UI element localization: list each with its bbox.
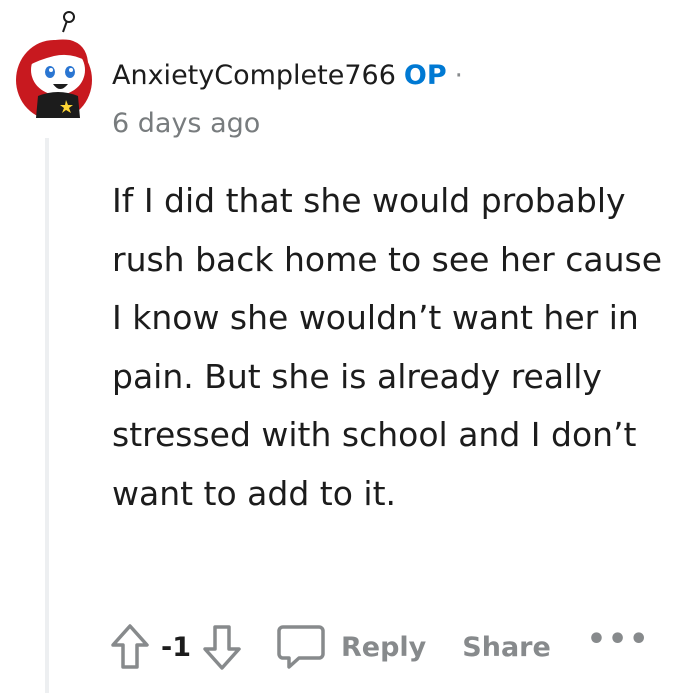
thread-line[interactable] bbox=[45, 138, 49, 693]
separator-dot: · bbox=[454, 60, 463, 91]
comment-header: AnxietyComplete766 OP · bbox=[112, 60, 463, 91]
comment-timestamp[interactable]: 6 days ago bbox=[112, 108, 260, 139]
upvote-button[interactable] bbox=[105, 617, 155, 677]
comment-actions: -1 Reply Share ••• bbox=[105, 612, 650, 682]
avatar[interactable] bbox=[8, 8, 98, 120]
reply-button[interactable]: Reply bbox=[277, 624, 426, 670]
downvote-button[interactable] bbox=[197, 617, 247, 677]
comment-body: If I did that she would probably rush ba… bbox=[112, 181, 662, 513]
downvote-arrow-icon bbox=[203, 625, 241, 670]
upvote-arrow-icon bbox=[111, 624, 149, 669]
username-link[interactable]: AnxietyComplete766 bbox=[112, 60, 396, 91]
share-button[interactable]: Share bbox=[462, 632, 551, 663]
avatar-image bbox=[16, 11, 92, 120]
reply-label: Reply bbox=[341, 631, 427, 663]
more-options-button[interactable]: ••• bbox=[587, 622, 651, 657]
speech-bubble-icon bbox=[277, 625, 325, 669]
vote-score: -1 bbox=[161, 631, 191, 663]
op-badge: OP bbox=[403, 60, 447, 91]
